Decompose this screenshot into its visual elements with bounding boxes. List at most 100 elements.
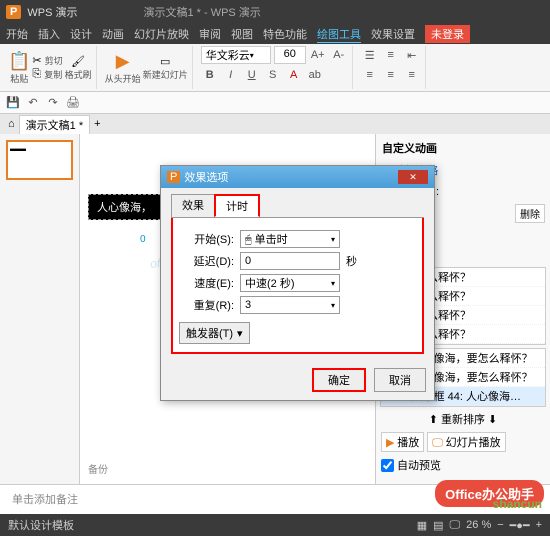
zoom-level: 26 % — [466, 519, 491, 531]
auto-preview-label: 自动预览 — [397, 457, 441, 473]
start-label: 开始(S): — [179, 231, 234, 247]
reorder-label: 重新排序 — [441, 411, 485, 427]
menu-features[interactable]: 特色功能 — [263, 26, 307, 42]
menu-effects[interactable]: 效果设置 — [371, 26, 415, 42]
reorder-up-icon[interactable]: ⬆ — [429, 413, 438, 426]
highlight-icon[interactable]: ab — [306, 66, 324, 84]
cut-icon[interactable]: ✂ — [32, 54, 41, 67]
template-label: 默认设计模板 — [8, 517, 74, 533]
indent-dec-icon[interactable]: ⇤ — [403, 46, 421, 64]
menu-view[interactable]: 视图 — [231, 26, 253, 42]
save-icon[interactable]: 💾 — [4, 94, 22, 112]
menu-slideshow[interactable]: 幻灯片放映 — [134, 26, 189, 42]
cancel-button[interactable]: 取消 — [374, 368, 426, 392]
menu-start[interactable]: 开始 — [6, 26, 28, 42]
status-bar: 默认设计模板 ▦ ▤ 🖵 26 % − ━●━ + — [0, 514, 550, 536]
new-slide-icon[interactable]: ▭ — [143, 55, 188, 68]
zoom-slider[interactable]: ━●━ — [510, 519, 530, 532]
play-from-start-icon[interactable]: ▶ — [105, 51, 141, 72]
home-tab-icon[interactable]: ⌂ — [8, 118, 15, 130]
quick-access-bar: 💾 ↶ ↷ 🖨 — [0, 92, 550, 114]
slide-thumbnails: ▬▬ — [0, 134, 80, 484]
decrease-font-icon[interactable]: A- — [330, 46, 348, 64]
menu-design[interactable]: 设计 — [70, 26, 92, 42]
zoom-in-icon[interactable]: + — [536, 519, 542, 531]
slide-group: ▶ 从头开始 ▭ 新建幻灯片 — [101, 46, 193, 89]
underline-icon[interactable]: U — [243, 66, 261, 84]
overlay-watermark: shancun — [493, 497, 542, 511]
align-left-icon[interactable]: ≡ — [361, 66, 379, 84]
dialog-logo-icon: P — [167, 171, 180, 183]
new-tab-icon[interactable]: + — [94, 118, 100, 130]
view-sorter-icon[interactable]: ▤ — [433, 519, 443, 532]
repeat-select[interactable]: 3▾ — [240, 296, 340, 314]
undo-icon[interactable]: ↶ — [24, 94, 42, 112]
ok-button[interactable]: 确定 — [312, 368, 366, 392]
tab-effect[interactable]: 效果 — [171, 194, 215, 217]
remove-effect-button[interactable]: 删除 — [515, 204, 545, 223]
play-button[interactable]: ▶ 播放 — [381, 432, 424, 452]
delay-unit: 秒 — [346, 253, 357, 269]
font-color-icon[interactable]: A — [285, 66, 303, 84]
menu-insert[interactable]: 插入 — [38, 26, 60, 42]
text-box[interactable]: 人心像海， — [88, 194, 161, 220]
start-select[interactable]: 🖱 单击时▾ — [240, 230, 340, 248]
speed-select[interactable]: 中速(2 秒)▾ — [240, 274, 340, 292]
text-box-content: 人心像海， — [97, 202, 152, 214]
reorder-down-icon[interactable]: ⬇ — [488, 413, 497, 426]
strike-icon[interactable]: S — [264, 66, 282, 84]
font-group: 华文彩云▾ 60 A+ A- B I U S A ab — [197, 46, 353, 89]
clipboard-group: 📋 粘贴 ✂剪切 ⎘复制 🖌 格式刷 — [4, 46, 97, 89]
menu-drawtools[interactable]: 绘图工具 — [317, 26, 361, 43]
font-family-select[interactable]: 华文彩云▾ — [201, 46, 271, 64]
font-size-select[interactable]: 60 — [274, 46, 306, 64]
app-name: WPS 演示 — [27, 4, 77, 20]
redo-icon[interactable]: ↷ — [44, 94, 62, 112]
paragraph-group: ☰ ≡ ⇤ ≡ ≡ ≡ — [357, 46, 426, 89]
trigger-button[interactable]: 触发器(T) ▾ — [179, 322, 250, 344]
dialog-footer: 确定 取消 — [161, 360, 434, 400]
login-button[interactable]: 未登录 — [425, 25, 470, 43]
menu-animation[interactable]: 动画 — [102, 26, 124, 42]
copy-icon[interactable]: ⎘ — [32, 68, 41, 81]
new-slide-label: 新建幻灯片 — [143, 68, 188, 81]
view-slideshow-icon[interactable]: 🖵 — [450, 519, 461, 532]
document-title: 演示文稿1 * - WPS 演示 — [143, 4, 260, 20]
delay-input[interactable] — [240, 252, 340, 270]
slide-thumb-1[interactable]: ▬▬ — [6, 140, 73, 180]
copy-label: 复制 — [44, 68, 62, 81]
auto-preview-checkbox[interactable] — [381, 459, 394, 472]
backup-label: 备份 — [88, 461, 108, 476]
document-tab[interactable]: 演示文稿1 * — [19, 115, 90, 134]
numbering-icon[interactable]: ≡ — [382, 46, 400, 64]
close-icon[interactable]: ✕ — [398, 170, 428, 184]
dialog-tabs: 效果 计时 — [171, 194, 424, 218]
play-from-start-label: 从头开始 — [105, 72, 141, 85]
tab-strip: ⌂ 演示文稿1 * + — [0, 114, 550, 134]
align-center-icon[interactable]: ≡ — [382, 66, 400, 84]
title-bar: P WPS 演示 演示文稿1 * - WPS 演示 — [0, 0, 550, 24]
view-normal-icon[interactable]: ▦ — [417, 519, 427, 532]
pane-title: 自定义动画 — [380, 138, 546, 158]
menu-bar: 开始 插入 设计 动画 幻灯片放映 审阅 视图 特色功能 绘图工具 效果设置 未… — [0, 24, 550, 44]
bullets-icon[interactable]: ☰ — [361, 46, 379, 64]
paste-icon[interactable]: 📋 — [8, 51, 30, 72]
format-painter-icon[interactable]: 🖌 — [65, 55, 92, 68]
paste-label: 粘贴 — [8, 72, 30, 85]
effect-options-dialog: P 效果选项 ✕ 效果 计时 开始(S): 🖱 单击时▾ 延迟(D): 秒 速度… — [160, 165, 435, 401]
italic-icon[interactable]: I — [222, 66, 240, 84]
slideshow-button[interactable]: 🖵 幻灯片播放 — [427, 432, 505, 452]
repeat-label: 重复(R): — [179, 297, 234, 313]
zoom-out-icon[interactable]: − — [497, 519, 503, 531]
align-right-icon[interactable]: ≡ — [403, 66, 421, 84]
timing-form: 开始(S): 🖱 单击时▾ 延迟(D): 秒 速度(E): 中速(2 秒)▾ 重… — [171, 218, 424, 354]
cut-label: 剪切 — [45, 54, 63, 67]
dialog-titlebar[interactable]: P 效果选项 ✕ — [161, 166, 434, 188]
print-icon[interactable]: 🖨 — [64, 94, 82, 112]
tab-timing[interactable]: 计时 — [214, 194, 260, 217]
menu-review[interactable]: 审阅 — [199, 26, 221, 42]
speed-label: 速度(E): — [179, 275, 234, 291]
ribbon: 📋 粘贴 ✂剪切 ⎘复制 🖌 格式刷 ▶ 从头开始 ▭ 新建幻灯片 华文彩云▾ … — [0, 44, 550, 92]
increase-font-icon[interactable]: A+ — [309, 46, 327, 64]
bold-icon[interactable]: B — [201, 66, 219, 84]
